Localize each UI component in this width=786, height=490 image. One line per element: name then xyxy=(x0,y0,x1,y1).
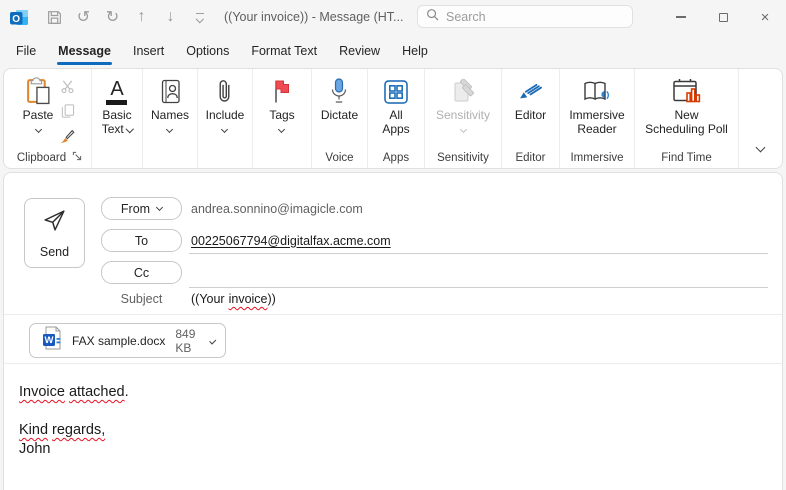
minimize-button[interactable] xyxy=(660,0,702,34)
format-painter-icon[interactable] xyxy=(58,127,76,145)
immersive-group-label: Immersive xyxy=(570,152,623,164)
group-tags: Tags xyxy=(253,69,312,168)
group-apps: AllApps Apps xyxy=(368,69,425,168)
to-address[interactable]: 00225067794@digitalfax.acme.com xyxy=(191,229,391,252)
move-down-icon[interactable]: ↓ xyxy=(156,4,185,30)
search-box[interactable] xyxy=(417,5,633,28)
subject-label: Subject xyxy=(101,289,182,309)
group-basic-text: O A BasicText xyxy=(92,69,143,168)
group-immersive: ImmersiveReader Immersive xyxy=(560,69,635,168)
subject-field[interactable]: ((Yourinvoice)) xyxy=(191,289,276,309)
attachment-size: 849 KB xyxy=(175,327,198,355)
message-body-editor[interactable]: Invoiceattached. Kindregards, John xyxy=(19,383,762,490)
send-plane-icon xyxy=(41,208,68,238)
ribbon-tail xyxy=(739,69,782,168)
body-line: Kindregards, xyxy=(19,421,762,440)
undo-icon[interactable]: ↺ xyxy=(69,4,98,30)
paperclip-icon xyxy=(215,75,234,105)
outlook-app-icon: O xyxy=(8,6,30,28)
customize-toolbar-icon[interactable] xyxy=(185,4,214,30)
group-editor: Editor Editor xyxy=(502,69,560,168)
compose-pane: Send From To Cc andrea.sonnino@imagicle.… xyxy=(3,172,783,490)
microphone-icon xyxy=(330,75,348,105)
flag-icon xyxy=(271,75,293,105)
tags-button[interactable]: Tags xyxy=(269,75,294,132)
immersive-reader-icon xyxy=(582,75,612,105)
scheduling-poll-icon xyxy=(671,75,701,105)
divider xyxy=(4,314,782,315)
tab-message[interactable]: Message xyxy=(47,34,122,68)
sensitivity-button[interactable]: Sensitivity xyxy=(436,75,490,132)
include-button[interactable]: Include xyxy=(206,75,245,132)
editor-pencil-icon xyxy=(516,75,544,105)
clipboard-dialog-launcher-icon[interactable] xyxy=(72,151,82,164)
find-time-group-label: Find Time xyxy=(661,152,712,164)
send-button[interactable]: Send xyxy=(24,198,85,268)
move-up-icon[interactable]: ↑ xyxy=(127,4,156,30)
group-sensitivity: Sensitivity Sensitivity xyxy=(425,69,502,168)
new-scheduling-poll-button[interactable]: NewScheduling Poll xyxy=(645,75,728,136)
ribbon: Paste xyxy=(3,68,783,169)
group-names: Names xyxy=(143,69,198,168)
all-apps-button[interactable]: AllApps xyxy=(382,75,409,136)
body-line: Invoiceattached. xyxy=(19,383,762,402)
cut-icon[interactable] xyxy=(58,77,76,95)
address-book-icon xyxy=(158,75,182,105)
save-icon[interactable] xyxy=(40,4,69,30)
search-input[interactable] xyxy=(446,10,606,24)
divider xyxy=(4,363,782,364)
dictate-button[interactable]: Dictate xyxy=(321,75,358,123)
from-address: andrea.sonnino@imagicle.com xyxy=(191,197,363,220)
close-button[interactable]: × xyxy=(744,0,786,34)
svg-text:W: W xyxy=(45,335,54,346)
search-icon xyxy=(426,8,439,26)
voice-group-label: Voice xyxy=(325,152,353,164)
tab-file[interactable]: File xyxy=(5,34,47,68)
svg-text:O: O xyxy=(12,14,20,25)
group-find-time: NewScheduling Poll Find Time xyxy=(635,69,739,168)
maximize-button[interactable] xyxy=(702,0,744,34)
group-voice: Dictate Voice xyxy=(312,69,368,168)
collapse-ribbon-icon[interactable] xyxy=(757,138,764,156)
paste-button[interactable]: Paste xyxy=(23,75,54,145)
window-title: ((Your invoice)) - Message (HT... xyxy=(224,10,403,24)
ribbon-tabs: File Message Insert Options Format Text … xyxy=(0,34,786,68)
apps-grid-icon xyxy=(383,75,409,105)
body-line: John xyxy=(19,440,762,459)
tab-review[interactable]: Review xyxy=(328,34,391,68)
clipboard-group-label: Clipboard xyxy=(17,151,82,164)
editor-group-label: Editor xyxy=(515,152,545,164)
basic-text-icon: O A xyxy=(106,75,127,105)
sensitivity-group-label: Sensitivity xyxy=(437,152,489,164)
tab-format-text[interactable]: Format Text xyxy=(240,34,328,68)
quick-access-toolbar: ↺ ↻ ↑ ↓ xyxy=(40,4,214,30)
word-file-icon: W xyxy=(41,325,63,356)
from-button[interactable]: From xyxy=(101,197,182,220)
to-button[interactable]: To xyxy=(101,229,182,252)
tab-options[interactable]: Options xyxy=(175,34,240,68)
group-clipboard: Paste xyxy=(8,69,92,168)
cc-field[interactable] xyxy=(189,261,768,288)
attachment-filename: FAX sample.docx xyxy=(72,334,165,348)
apps-group-label: Apps xyxy=(383,152,409,164)
editor-button[interactable]: Editor xyxy=(515,75,546,123)
tab-help[interactable]: Help xyxy=(391,34,439,68)
names-button[interactable]: Names xyxy=(151,75,189,132)
copy-icon[interactable] xyxy=(58,102,76,120)
redo-icon[interactable]: ↻ xyxy=(98,4,127,30)
tab-insert[interactable]: Insert xyxy=(122,34,175,68)
attachment-menu-icon[interactable] xyxy=(210,337,216,343)
basic-text-button[interactable]: O A BasicText xyxy=(102,75,133,136)
attachment-chip[interactable]: W FAX sample.docx 849 KB xyxy=(29,323,226,358)
chevron-down-icon xyxy=(156,204,163,211)
title-bar: O ↺ ↻ ↑ ↓ ((Your invoice)) - Message (HT… xyxy=(0,0,786,34)
cc-button[interactable]: Cc xyxy=(101,261,182,284)
group-include: Include xyxy=(198,69,253,168)
sensitivity-icon xyxy=(450,75,476,105)
paste-icon xyxy=(25,75,52,105)
window-controls: × xyxy=(660,0,786,34)
immersive-reader-button[interactable]: ImmersiveReader xyxy=(569,75,624,136)
